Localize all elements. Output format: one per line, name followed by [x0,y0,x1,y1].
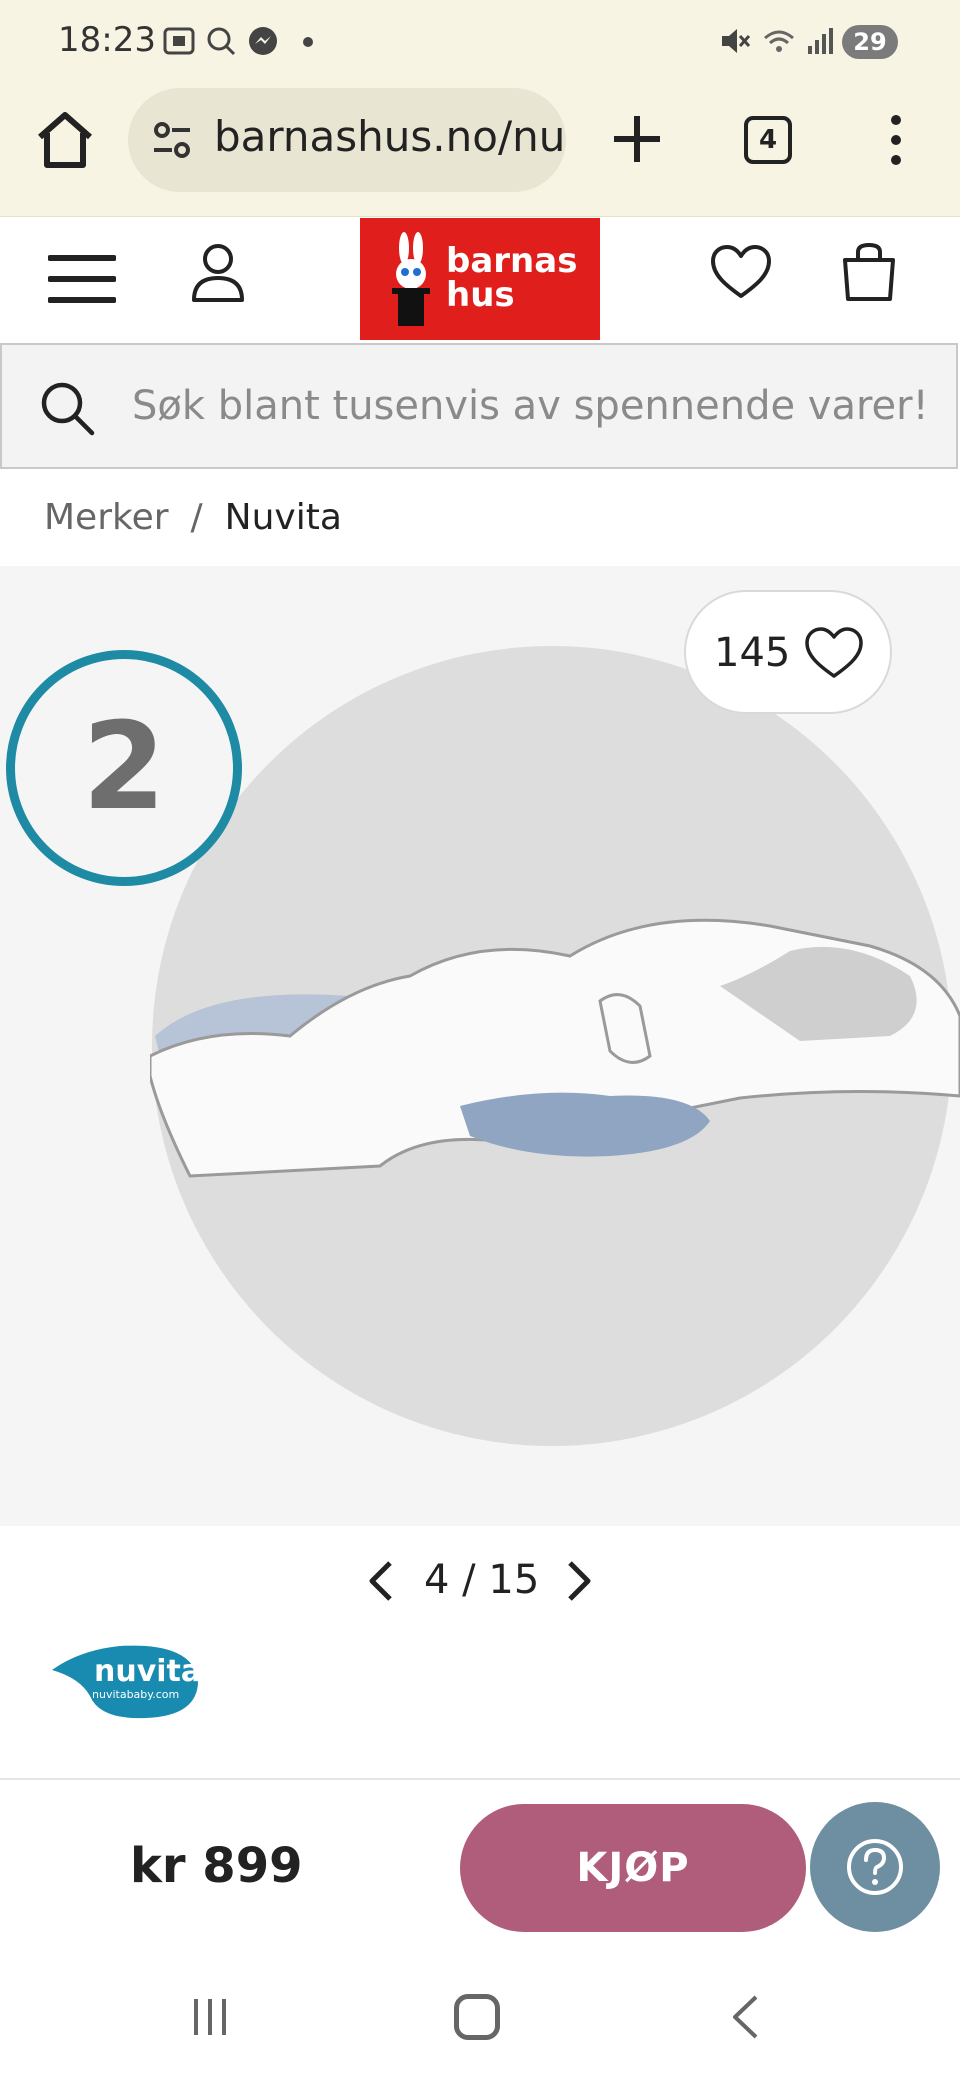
breadcrumb-item-current: Nuvita [224,497,342,538]
breadcrumb-item-merker[interactable]: Merker [44,497,169,538]
buy-bar: kr 899 KJØP [0,1778,960,1946]
like-button[interactable]: 145 [684,590,892,714]
signal-icon [808,28,833,54]
product-image[interactable]: 2 145 [0,566,960,1526]
wifi-icon [764,30,794,52]
site-logo[interactable]: barnas hus [360,218,600,340]
shopping-bag-icon[interactable] [840,242,898,302]
help-button[interactable] [810,1802,940,1932]
help-icon [847,1839,903,1895]
breadcrumb: Merker / Nuvita [44,497,342,538]
account-icon[interactable] [190,242,246,304]
chevron-left-icon[interactable] [366,1559,396,1603]
step-number: 2 [82,698,166,837]
more-vert-icon[interactable] [876,112,916,168]
menu-icon[interactable] [48,252,116,306]
home-icon[interactable] [30,105,100,175]
search-icon [207,27,236,56]
browser-chrome: 18:23 29 barnashus.no/nu 4 [0,0,960,217]
status-time: 18:23 [58,20,156,60]
mute-icon [722,29,751,53]
dot-icon [303,37,313,47]
screenshot-icon [163,27,195,55]
step-badge: 2 [6,650,242,886]
logo-line2: hus [446,275,515,315]
logo-line1: barnas [446,241,578,281]
heart-icon [805,627,863,678]
brand-name: nuvita [94,1654,202,1689]
rabbit-hat-icon [392,232,430,326]
heart-icon[interactable] [710,244,772,300]
nav-home-icon[interactable] [454,1994,500,2040]
breadcrumb-separator: / [190,497,203,538]
pager-total: 15 [488,1557,540,1603]
product-price: kr 899 [130,1838,303,1894]
buy-button[interactable]: KJØP [460,1804,806,1932]
tabs-icon[interactable]: 4 [744,116,792,164]
brand-logo[interactable]: nuvita nuvitababy.com [50,1640,202,1720]
system-nav-bar [0,1944,960,2080]
nav-back-icon[interactable] [730,1994,760,2040]
search-input[interactable]: Søk blant tusenvis av spennende varer! [132,383,929,429]
search-bar[interactable]: Søk blant tusenvis av spennende varer! [0,343,958,469]
pager-current: 4 [424,1557,450,1603]
pregnancy-pillow-illustration [150,918,960,1178]
recent-apps-icon[interactable] [190,1996,230,2038]
url-text: barnashus.no/nuvita [214,112,566,161]
chevron-right-icon[interactable] [564,1559,594,1603]
site-settings-icon[interactable] [150,118,194,162]
like-count: 145 [714,630,791,676]
logo-text: barnas hus [446,244,577,312]
new-tab-icon[interactable] [604,106,670,172]
pager-separator: / [462,1557,476,1603]
search-icon [41,382,95,436]
image-pager: 4 / 15 [366,1553,596,1609]
pager-text: 4 / 15 [424,1557,539,1603]
brand-url: nuvitababy.com [92,1688,180,1701]
battery-indicator: 29 [842,25,898,59]
messenger-icon [249,27,277,55]
address-bar[interactable]: barnashus.no/nuvita [128,88,566,192]
